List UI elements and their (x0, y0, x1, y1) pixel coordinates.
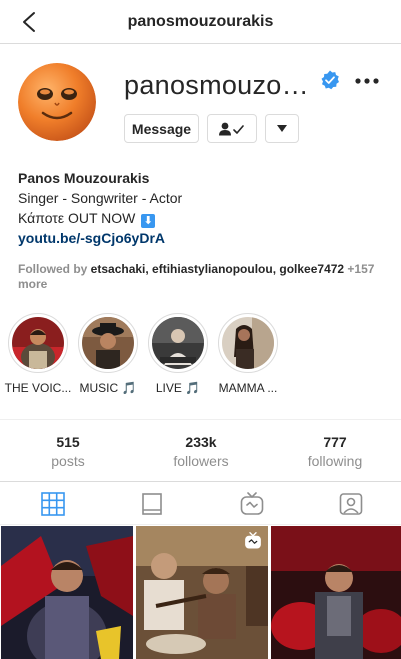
full-name: Panos Mouzourakis (18, 170, 150, 186)
highlight-cover (222, 317, 274, 369)
verified-badge-icon (321, 70, 339, 90)
stat-label: following (307, 453, 363, 469)
profile-bio: Panos Mouzourakis Singer - Songwriter - … (18, 168, 388, 248)
profile-tabs (0, 481, 401, 525)
highlight-ring (78, 313, 138, 373)
highlight-cover (12, 317, 64, 369)
highlight-cover (152, 317, 204, 369)
bio-link[interactable]: youtu.be/-sgCjo6yDrA (18, 230, 165, 246)
stat-value: 777 (323, 434, 347, 450)
stat-label: posts (51, 453, 85, 469)
bio-line-2-text: Κάποτε OUT NOW (18, 210, 136, 226)
stat-followers[interactable]: 233k followers (151, 433, 251, 471)
down-arrow-icon: ⬇ (141, 214, 156, 228)
chevron-left-icon[interactable] (18, 10, 42, 34)
stat-label: followers (173, 453, 229, 469)
highlight-mamma[interactable]: MAMMA ... (218, 313, 278, 395)
highlight-ring (8, 313, 68, 373)
highlight-cover (82, 317, 134, 369)
page-title: panosmouzourakis (127, 12, 274, 30)
post-thumbnail[interactable] (271, 526, 401, 659)
igtv-icon[interactable] (240, 492, 264, 516)
grid-icon[interactable] (41, 492, 65, 516)
highlight-ring (218, 313, 278, 373)
stat-value: 515 (56, 434, 80, 450)
top-bar: panosmouzourakis (0, 0, 401, 44)
bio-line-1: Singer - Songwriter - Actor (18, 190, 183, 206)
post-thumbnail[interactable] (136, 526, 268, 659)
ellipsis-icon[interactable] (354, 68, 380, 94)
person-check-icon (219, 122, 244, 135)
avatar-image (18, 63, 96, 141)
highlight-label: MAMMA ... (218, 381, 278, 395)
post-image (271, 526, 401, 659)
feed-icon[interactable] (140, 492, 164, 516)
highlight-the-voice[interactable]: THE VOIC... (5, 313, 71, 395)
caret-down-icon (277, 125, 287, 132)
highlight-live[interactable]: LIVE 🎵 (148, 313, 208, 395)
post-thumbnail[interactable] (1, 526, 133, 659)
followed-by-names: etsachaki, eftihiastylianopoulou, golkee… (90, 262, 345, 276)
profile-username: panosmouzourakis (124, 70, 312, 100)
suggested-dropdown-button[interactable] (265, 114, 299, 143)
post-image (1, 526, 133, 659)
stat-following[interactable]: 777 following (285, 433, 385, 471)
igtv-badge-icon (245, 532, 261, 549)
stat-posts[interactable]: 515 posts (18, 433, 118, 471)
profile-avatar[interactable] (18, 63, 96, 141)
profile-stats: 515 posts 233k followers 777 following (0, 419, 401, 482)
stat-value: 233k (185, 434, 217, 450)
message-button[interactable]: Message (124, 114, 199, 143)
bio-line-2: Κάποτε OUT NOW ⬇ (18, 208, 388, 228)
highlight-ring (148, 313, 208, 373)
tagged-icon[interactable] (339, 492, 363, 516)
followed-by[interactable]: Followed by etsachaki, eftihiastylianopo… (18, 262, 378, 292)
following-button[interactable] (207, 114, 257, 143)
highlight-music[interactable]: MUSIC 🎵 (78, 313, 138, 395)
followed-by-prefix: Followed by (18, 262, 91, 276)
